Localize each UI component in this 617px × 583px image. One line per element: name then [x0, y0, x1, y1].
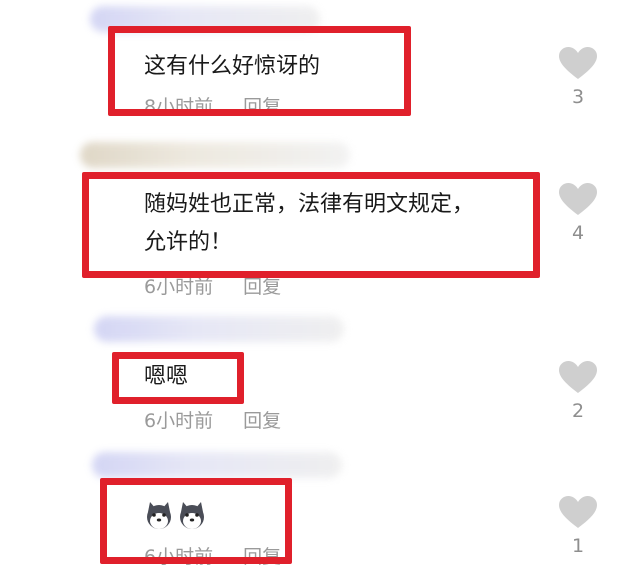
- like-count: 1: [571, 535, 585, 557]
- comment-meta: 6小时前 回复: [144, 406, 281, 433]
- like-button[interactable]: 2: [556, 360, 600, 422]
- highlight-box: [112, 352, 244, 404]
- like-count: 2: [571, 400, 585, 422]
- reply-button[interactable]: 回复: [243, 406, 281, 433]
- like-button[interactable]: 3: [556, 46, 600, 108]
- highlight-box: [82, 172, 540, 278]
- highlight-box: [108, 26, 411, 116]
- heart-icon: [559, 47, 597, 79]
- username-blurred: [94, 316, 344, 342]
- like-button[interactable]: 4: [556, 182, 600, 244]
- heart-icon: [559, 496, 597, 528]
- heart-icon: [559, 361, 597, 393]
- username-blurred: [80, 142, 350, 168]
- heart-icon: [559, 183, 597, 215]
- comment-time: 6小时前: [144, 410, 214, 432]
- like-count: 3: [571, 86, 585, 108]
- username-blurred: [92, 452, 342, 478]
- like-count: 4: [571, 222, 585, 244]
- like-button[interactable]: 1: [556, 495, 600, 557]
- highlight-box: [100, 478, 292, 564]
